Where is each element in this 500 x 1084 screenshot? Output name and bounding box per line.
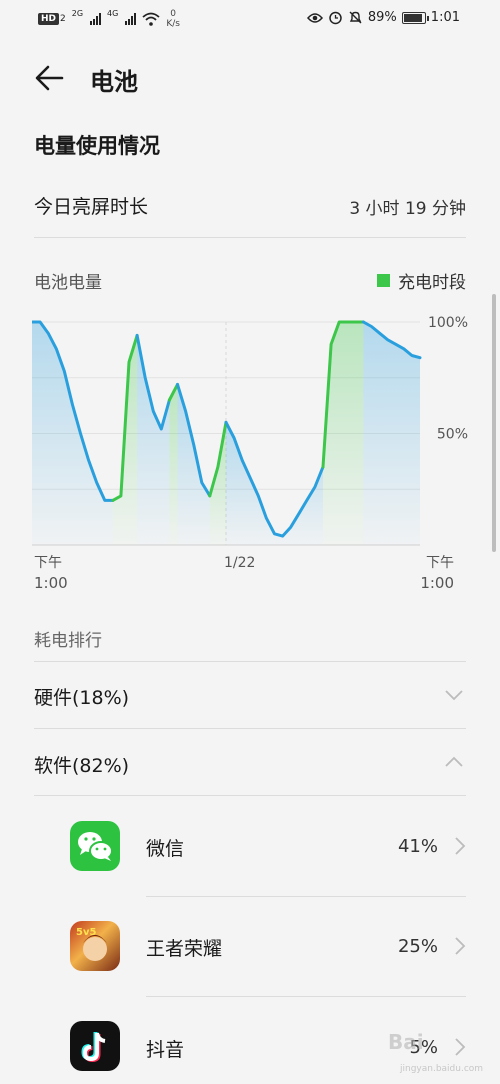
area-charge-3 (169, 384, 178, 545)
scrollbar[interactable] (492, 294, 496, 552)
wechat-icon[interactable] (70, 821, 120, 871)
divider (146, 996, 466, 997)
app-name-wechat[interactable]: 微信 (146, 834, 184, 861)
legend-label-charge: 充电时段 (398, 273, 466, 293)
page-title: 电池 (90, 68, 138, 96)
network-2-label: 4G (107, 9, 119, 18)
status-bar: HD 2 2G 4G 0 K/s 89% 1:01 (0, 0, 500, 40)
x-tick-label-1: 1/22 (224, 555, 255, 571)
x-tick-label-2: 下午 (426, 555, 454, 571)
honor-of-kings-icon[interactable]: 5v5 (70, 921, 120, 971)
battery-icon (401, 11, 429, 24)
mute-bell-icon (349, 11, 362, 24)
divider (34, 237, 466, 238)
x-tick-label-0: 下午 (34, 555, 62, 571)
screen-on-label: 今日亮屏时长 (34, 196, 149, 218)
screen-on-value: 3 小时 19 分钟 (349, 199, 466, 219)
divider (34, 661, 466, 662)
app-percent-honor-of-kings: 25% (397, 936, 438, 957)
legend-swatch-charge (377, 274, 390, 287)
chart-title: 电池电量 (34, 273, 102, 293)
y-tick-label-1: 50% (437, 427, 468, 443)
app-name-honor-of-kings[interactable]: 王者荣耀 (146, 934, 222, 961)
eye-icon (306, 12, 323, 23)
clock: 1:01 (430, 10, 460, 25)
chevron-right-icon[interactable] (452, 836, 468, 856)
software-category[interactable]: 软件(82%) (34, 751, 129, 778)
chevron-down-icon[interactable] (444, 688, 464, 702)
svg-text:5v5: 5v5 (76, 927, 96, 938)
divider (34, 795, 466, 796)
area-discharge-4 (177, 384, 210, 545)
chevron-up-icon[interactable] (444, 755, 464, 769)
douyin-icon[interactable] (70, 1021, 120, 1071)
area-discharge-6 (226, 422, 323, 545)
chart-legend: 充电时段 (377, 268, 466, 293)
battery-percent: 89% (367, 10, 397, 25)
app-percent-wechat: 41% (397, 836, 438, 857)
status-right: 89% 1:01 (306, 10, 460, 25)
chevron-right-icon[interactable] (452, 936, 468, 956)
usage-section-title: 电量使用情况 (34, 134, 160, 158)
network-1-label: 2G (71, 9, 84, 18)
battery-level-chart[interactable]: 100% 50% 下午 1:00 1/22 下午 1:00 (32, 310, 468, 600)
divider (34, 728, 466, 729)
signal-1-icon (90, 13, 102, 25)
wifi-icon (142, 12, 160, 26)
x-tick-sublabel-2: 1:00 (420, 574, 454, 592)
y-tick-label-0: 100% (428, 315, 468, 331)
status-left: HD 2 2G 4G 0 K/s (38, 9, 180, 29)
watermark: Bai (388, 1030, 424, 1054)
alarm-icon (329, 11, 342, 25)
net-speed: 0 K/s (166, 9, 180, 29)
watermark-url: jingyan.baidu.com (400, 1064, 484, 1074)
hardware-category[interactable]: 硬件(18%) (34, 683, 129, 710)
chevron-right-icon[interactable] (452, 1037, 468, 1057)
signal-2-icon (125, 13, 137, 25)
back-arrow-icon[interactable] (32, 60, 68, 96)
divider (146, 896, 466, 897)
app-name-douyin[interactable]: 抖音 (146, 1035, 184, 1062)
ranking-title: 耗电排行 (34, 631, 102, 651)
x-tick-sublabel-0: 1:00 (34, 574, 68, 592)
hd-badge: HD (38, 13, 60, 25)
